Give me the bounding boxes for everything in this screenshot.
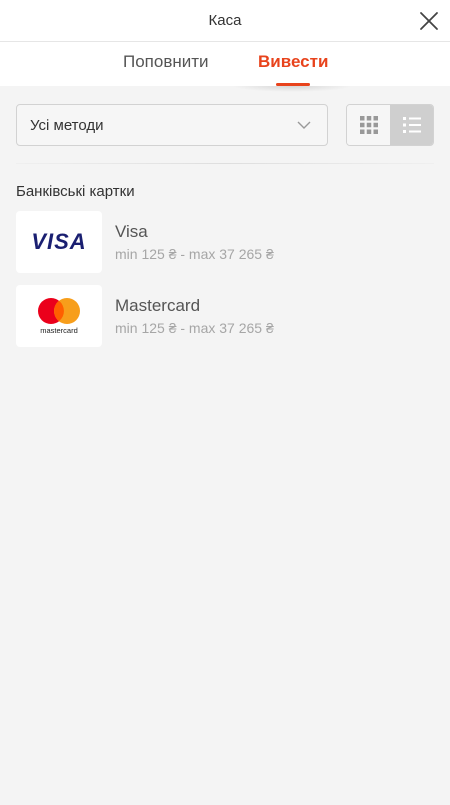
method-limits: min 125 ₴ - max 37 265 ₴ (115, 320, 274, 336)
header: Каса (0, 0, 450, 42)
payment-method-mastercard[interactable]: mastercard Mastercard min 125 ₴ - max 37… (16, 285, 434, 347)
page-title: Каса (208, 12, 242, 29)
list-icon (403, 117, 421, 133)
method-filter-value: Усі методи (30, 117, 104, 134)
mastercard-logo-text: mastercard (40, 326, 78, 335)
mastercard-logo: mastercard (16, 285, 102, 347)
list-view-button[interactable] (390, 105, 433, 145)
close-button[interactable] (414, 6, 444, 36)
visa-logo-text: VISA (31, 229, 86, 254)
visa-logo: VISA (16, 211, 102, 273)
method-limits: min 125 ₴ - max 37 265 ₴ (115, 246, 274, 262)
section-title-bank-cards: Банківські картки (16, 183, 135, 200)
method-filter-select[interactable]: Усі методи (16, 104, 328, 146)
chevron-down-icon (297, 121, 311, 129)
tab-shadow (232, 86, 352, 92)
tab-withdraw[interactable]: Вивести (258, 42, 328, 86)
grid-view-button[interactable] (347, 105, 391, 145)
grid-icon (360, 116, 378, 134)
tab-bar: Поповнити Вивести (0, 42, 450, 92)
divider (16, 163, 434, 164)
method-name: Visa (115, 222, 148, 241)
view-toggle (346, 104, 434, 146)
payment-method-visa[interactable]: VISA Visa min 125 ₴ - max 37 265 ₴ (16, 211, 434, 273)
close-icon (420, 12, 438, 30)
tab-deposit[interactable]: Поповнити (123, 42, 209, 86)
method-name: Mastercard (115, 296, 201, 315)
